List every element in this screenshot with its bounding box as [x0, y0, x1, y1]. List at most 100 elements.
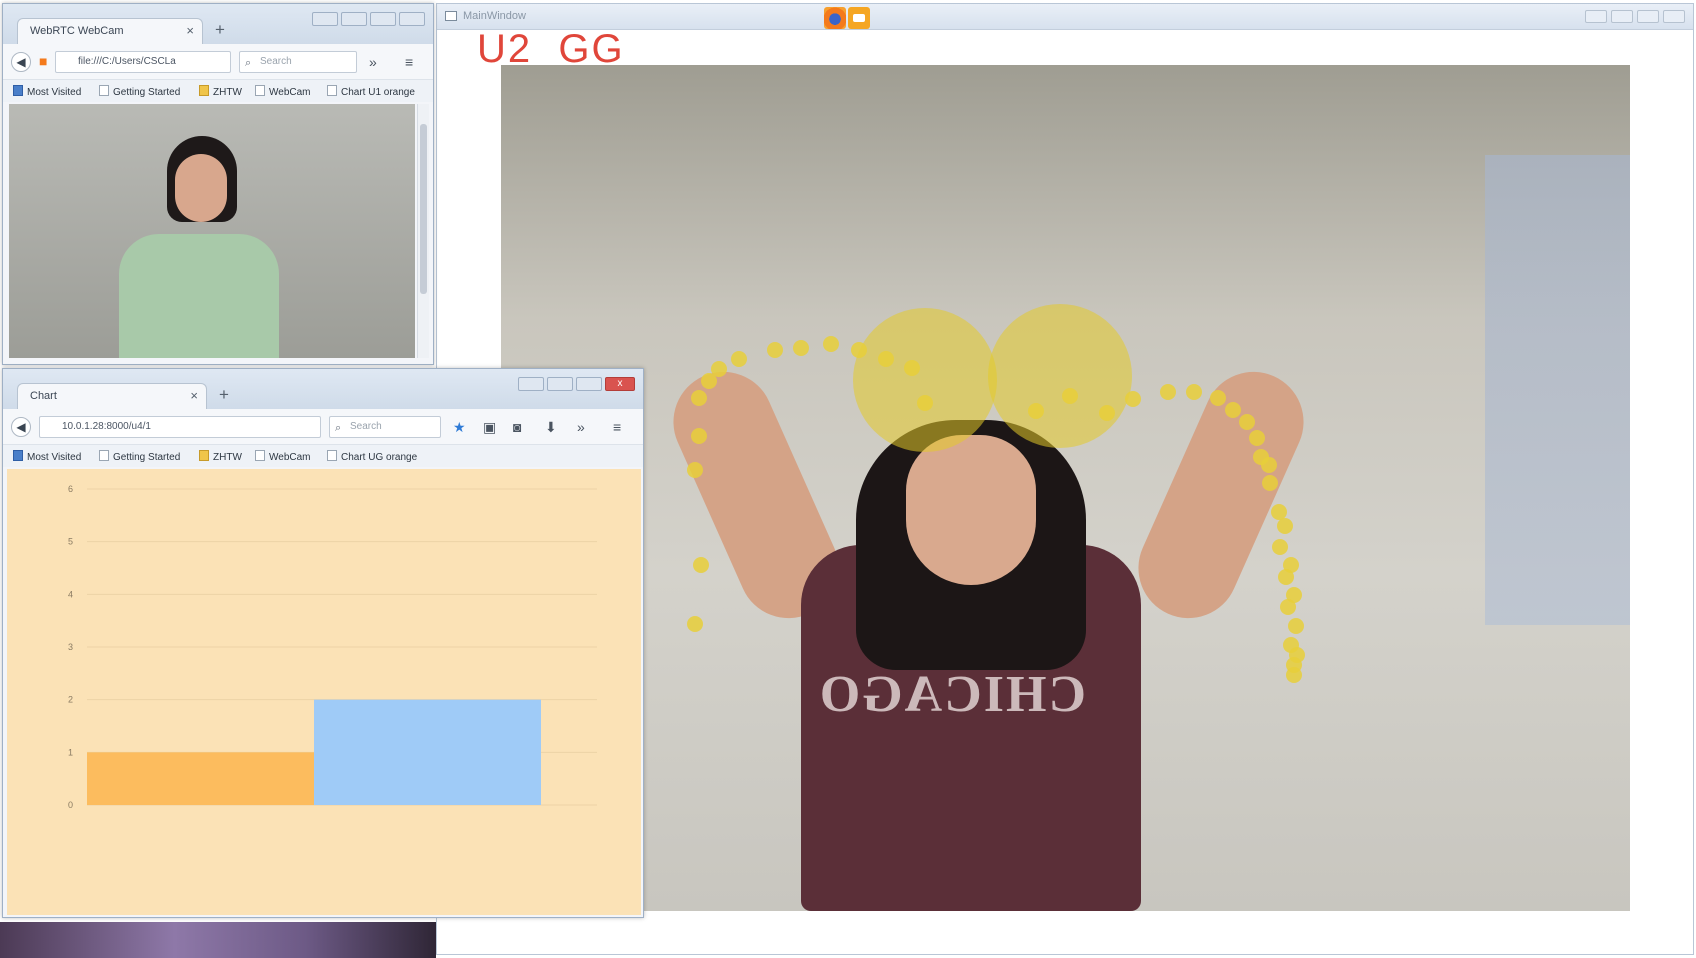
new-tab-button[interactable]: + [215, 20, 225, 40]
hamburger-menu-icon[interactable]: ≡ [405, 54, 413, 70]
back-arrow-icon[interactable]: ◀ [11, 417, 31, 437]
close-icon[interactable]: × [190, 388, 198, 403]
bookmark-chart[interactable]: Chart UG orange [327, 450, 417, 463]
tracking-dot [691, 428, 707, 444]
bookmark-webcam[interactable]: WebCam [255, 450, 311, 463]
tracking-dot [793, 340, 809, 356]
tracking-dot [1278, 569, 1294, 585]
bar-1 [87, 752, 314, 805]
tracking-dot [1239, 414, 1255, 430]
overflow-icon[interactable]: » [369, 54, 377, 70]
desktop: MainWindow U2 GG CHICAGO WebRTC WebCam ×… [0, 0, 1696, 958]
tracking-dot [687, 616, 703, 632]
minimize-button[interactable] [547, 377, 573, 391]
y-tick-label: 3 [68, 642, 73, 652]
bar-2 [314, 699, 541, 805]
tab-title: Chart [30, 390, 57, 402]
tracking-dot [1286, 667, 1302, 683]
minimize-button[interactable] [1611, 10, 1633, 23]
tracking-dot [1249, 430, 1265, 446]
bookmark-star-icon[interactable]: ★ [453, 419, 466, 435]
y-tick-label: 0 [68, 800, 73, 810]
bookmarks-toolbar: Most Visited Getting Started ZHTW WebCam… [3, 445, 643, 467]
desktop-wallpaper [0, 922, 436, 958]
tracking-dot [687, 462, 703, 478]
y-tick-label: 5 [68, 537, 73, 547]
search-placeholder: Search [350, 421, 382, 432]
bookmark-chart[interactable]: Chart U1 orange [327, 85, 415, 98]
firefox-icon[interactable] [824, 7, 846, 29]
url-bar[interactable]: 10.0.1.28:8000/u4/1 [39, 416, 321, 438]
reader-icon[interactable]: ▣ [483, 419, 496, 435]
url-text: 10.0.1.28:8000/u4/1 [62, 421, 151, 432]
tab-title: WebRTC WebCam [30, 25, 124, 37]
tracking-dot [1277, 518, 1293, 534]
new-tab-button[interactable]: + [219, 385, 229, 405]
hamburger-menu-icon[interactable]: ≡ [613, 419, 621, 435]
tracking-dot [1262, 475, 1278, 491]
tab-strip: WebRTC WebCam × + [3, 4, 433, 44]
restore-icon[interactable] [518, 377, 544, 391]
back-arrow-icon[interactable]: ◀ [11, 52, 31, 72]
maximize-button[interactable] [1637, 10, 1659, 23]
chart-area: 0 1 2 3 4 5 6 [7, 469, 641, 915]
bookmark-most-visited[interactable]: Most Visited [13, 85, 81, 98]
webcam-app-icon[interactable] [848, 7, 870, 29]
main-window-titlebar[interactable]: MainWindow [437, 4, 1693, 30]
bookmarks-toolbar: Most Visited Getting Started ZHTW WebCam… [3, 80, 433, 102]
search-input[interactable]: ⌕ Search [329, 416, 441, 438]
tracking-dot [693, 557, 709, 573]
bookmark-most-visited[interactable]: Most Visited [13, 450, 81, 463]
taskbar-badges [824, 4, 872, 32]
close-button[interactable] [1663, 10, 1685, 23]
y-tick-label: 6 [68, 484, 73, 494]
bookmark-getting-started[interactable]: Getting Started [99, 85, 180, 98]
maximize-button[interactable] [576, 377, 602, 391]
tracking-dot [731, 351, 747, 367]
y-tick-label: 4 [68, 589, 73, 599]
search-input[interactable]: ⌕ Search [239, 51, 357, 73]
hand-marker-right [988, 304, 1132, 448]
tracking-dot [823, 336, 839, 352]
hand-marker-left [853, 308, 997, 452]
search-placeholder: Search [260, 56, 292, 67]
close-button[interactable] [399, 12, 425, 26]
window-controls [312, 12, 425, 26]
bookmark-webcam[interactable]: WebCam [255, 85, 311, 98]
vertical-scrollbar[interactable] [417, 104, 429, 358]
restore-icon[interactable] [312, 12, 338, 26]
scrollbar-thumb[interactable] [420, 124, 427, 294]
navigation-bar: ◀ 10.0.1.28:8000/u4/1 ⌕ Search ★ ▣ ◙ ⬇ »… [3, 409, 643, 445]
close-button[interactable]: x [605, 377, 635, 391]
tracking-dot [767, 342, 783, 358]
overflow-icon[interactable]: » [577, 419, 585, 435]
bookmark-zhtw[interactable]: ZHTW [199, 450, 242, 463]
tracking-dot [1261, 457, 1277, 473]
main-window-controls [1585, 10, 1685, 24]
tracking-dot [1186, 384, 1202, 400]
tracking-dot [1210, 390, 1226, 406]
pocket-icon[interactable]: ◙ [513, 419, 521, 435]
download-icon[interactable]: ⬇ [545, 419, 557, 435]
restore-icon[interactable] [1585, 10, 1607, 23]
subject-shirt [119, 234, 279, 358]
tab-webrtc-webcam[interactable]: WebRTC WebCam × [17, 18, 203, 44]
url-bar[interactable]: file:///C:/Users/CSCLa [55, 51, 231, 73]
tracking-dot [711, 361, 727, 377]
maximize-button[interactable] [370, 12, 396, 26]
tab-chart[interactable]: Chart × [17, 383, 207, 409]
minimize-button[interactable] [341, 12, 367, 26]
tracking-dot [1288, 618, 1304, 634]
bookmark-zhtw[interactable]: ZHTW [199, 85, 242, 98]
tracking-dot [1225, 402, 1241, 418]
main-window-title: MainWindow [463, 10, 526, 22]
tracking-dot [1099, 405, 1115, 421]
close-icon[interactable]: × [186, 23, 194, 38]
navigation-bar: ◀ ■ file:///C:/Users/CSCLa ⌕ Search » ≡ [3, 44, 433, 80]
y-tick-label: 1 [68, 747, 73, 757]
tracking-dot [878, 351, 894, 367]
camera-feed: CHICAGO [501, 65, 1630, 911]
bookmark-getting-started[interactable]: Getting Started [99, 450, 180, 463]
webcam-browser-window: WebRTC WebCam × + ◀ ■ file:///C:/Users/C… [2, 3, 434, 365]
search-icon: ⌕ [335, 422, 342, 434]
